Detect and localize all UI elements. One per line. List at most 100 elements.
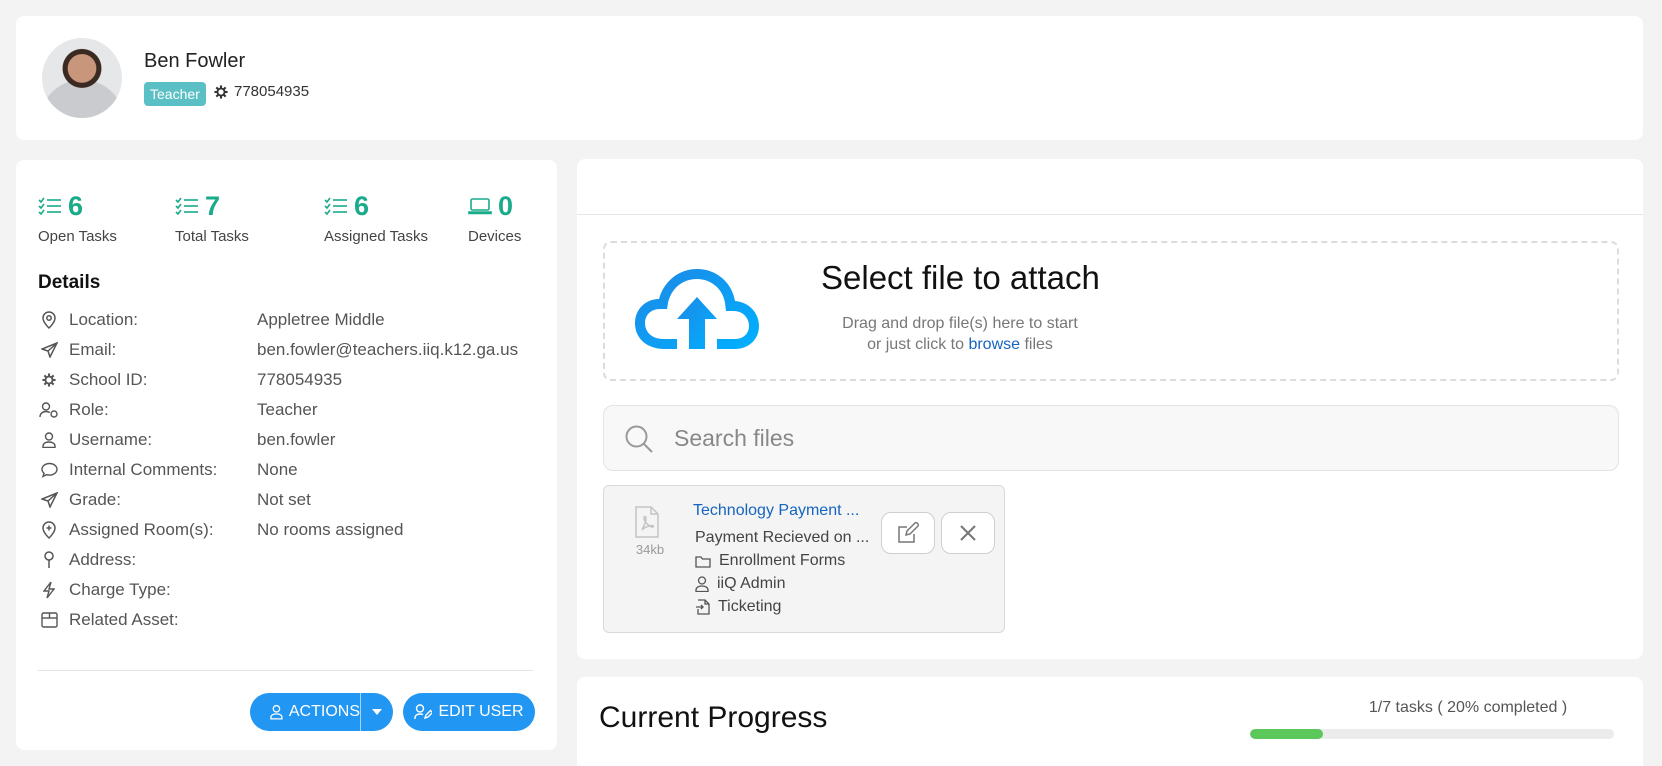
checklist-icon: [324, 197, 347, 215]
stat-value: 6: [68, 190, 84, 221]
detail-value: 778054935: [257, 370, 343, 389]
stat-total-tasks[interactable]: 7 Total Tasks: [175, 190, 249, 246]
checklist-icon: [175, 197, 198, 215]
dropzone-line-1: Drag and drop file(s) here to start: [842, 315, 1078, 332]
stat-label: Assigned Tasks: [324, 228, 428, 245]
edit-user-button[interactable]: EDIT USER: [403, 693, 535, 731]
detail-label: Related Asset:: [69, 610, 179, 629]
file-size: 34kb: [635, 542, 665, 557]
detail-row-role: Role: Teacher: [38, 398, 538, 422]
detail-row-rooms: Assigned Room(s): No rooms assigned: [38, 518, 538, 542]
file-module-label: Ticketing: [718, 598, 782, 615]
details-card: 6 Open Tasks 7 Total Tasks 6 Assigned Ta…: [16, 160, 557, 750]
dropzone-line-2: or just click to browse files: [820, 334, 1100, 355]
gear-badge-icon: [38, 369, 60, 391]
checklist-icon: [38, 197, 61, 215]
stat-open-tasks[interactable]: 6 Open Tasks: [38, 190, 117, 246]
dropzone-line-2-pre: or just click to: [867, 336, 964, 353]
detail-label: Role:: [69, 400, 109, 419]
role-badge: Teacher: [144, 82, 206, 106]
stat-value: 0: [498, 190, 514, 221]
detail-row-address: Address:: [38, 548, 538, 572]
actions-dropdown-toggle[interactable]: [361, 693, 393, 731]
user-edit-icon: [414, 704, 433, 720]
detail-value: None: [257, 460, 298, 479]
search-files-box: [603, 405, 1619, 471]
detail-value: No rooms assigned: [257, 520, 404, 539]
actions-button-group: ACTIONS: [250, 693, 393, 731]
progress-title: Current Progress: [599, 701, 828, 734]
paper-plane-icon: [38, 339, 60, 361]
browse-link[interactable]: browse: [968, 336, 1020, 353]
edit-file-button[interactable]: [881, 512, 935, 554]
divider: [38, 670, 533, 671]
school-id-inline: 778054935: [214, 83, 309, 100]
dropzone-line-2-post: files: [1024, 336, 1053, 353]
file-description: Payment Recieved on ...: [695, 529, 870, 546]
detail-row-school-id: School ID: 778054935: [38, 368, 538, 392]
progress-bar: [1250, 729, 1614, 739]
user-icon: [695, 576, 709, 592]
detail-row-comments: Internal Comments: None: [38, 458, 538, 482]
room-pin-icon: [38, 519, 60, 541]
lightning-icon: [38, 579, 60, 601]
box-icon: [38, 609, 60, 631]
detail-label: Location:: [69, 310, 138, 329]
detail-row-related-asset: Related Asset:: [38, 608, 538, 632]
paper-plane-icon: [38, 489, 60, 511]
detail-value: ben.fowler@teachers.iiq.k12.ga.us: [257, 340, 519, 359]
detail-label: Email:: [69, 340, 117, 359]
file-owner-label: iiQ Admin: [717, 575, 786, 592]
stats-row: 6 Open Tasks 7 Total Tasks 6 Assigned Ta…: [38, 190, 538, 250]
file-title-link[interactable]: Technology Payment ...: [693, 502, 859, 520]
stat-assigned-tasks[interactable]: 6 Assigned Tasks: [324, 190, 428, 246]
detail-label: Assigned Room(s):: [69, 520, 214, 539]
detail-value: Not set: [257, 490, 311, 509]
file-import-icon: [696, 599, 710, 615]
attachments-header: [577, 159, 1643, 215]
laptop-icon: [468, 198, 492, 215]
stat-value: 6: [354, 190, 370, 221]
detail-label: Grade:: [69, 490, 121, 509]
details-title: Details: [38, 272, 101, 293]
cloud-upload-icon: [635, 269, 759, 349]
progress-card: Current Progress 1/7 tasks ( 20% complet…: [577, 677, 1643, 766]
folder-icon: [695, 555, 711, 568]
progress-bar-fill: [1250, 729, 1323, 739]
actions-button[interactable]: ACTIONS: [250, 693, 361, 731]
close-icon: [960, 525, 976, 541]
detail-row-email: Email: ben.fowler@teachers.iiq.k12.ga.us: [38, 338, 538, 362]
caret-down-icon: [372, 709, 382, 715]
map-pin-icon: [38, 549, 60, 571]
edit-user-label: EDIT USER: [438, 703, 524, 720]
detail-label: School ID:: [69, 370, 148, 389]
detail-label: Internal Comments:: [69, 460, 218, 479]
user-role-icon: [38, 399, 60, 421]
detail-row-grade: Grade: Not set: [38, 488, 538, 512]
stat-value: 7: [205, 190, 221, 221]
stat-devices[interactable]: 0 Devices: [468, 190, 521, 246]
file-dropzone[interactable]: Select file to attach Drag and drop file…: [603, 241, 1619, 381]
stat-label: Total Tasks: [175, 228, 249, 245]
delete-file-button[interactable]: [941, 512, 995, 554]
user-name: Ben Fowler: [144, 50, 246, 72]
file-card[interactable]: 34kb Technology Payment ... Payment Reci…: [603, 485, 1005, 633]
actions-label: ACTIONS: [288, 703, 360, 720]
file-folder: Enrollment Forms: [695, 552, 845, 570]
search-files-input[interactable]: [674, 418, 1574, 458]
stat-label: Open Tasks: [38, 228, 117, 245]
detail-label: Address:: [69, 550, 137, 569]
progress-summary: 1/7 tasks ( 20% completed ): [1368, 699, 1568, 716]
detail-row-location: Location: Appletree Middle: [38, 308, 538, 332]
file-folder-label: Enrollment Forms: [719, 552, 846, 569]
pdf-file-icon: [635, 506, 659, 538]
location-pin-icon: [38, 309, 60, 331]
user-icon: [38, 429, 60, 451]
school-id-value: 778054935: [234, 83, 310, 100]
detail-value: ben.fowler: [257, 430, 336, 449]
detail-label: Username:: [69, 430, 153, 449]
comment-icon: [38, 459, 60, 481]
dropzone-title: Select file to attach: [821, 259, 1100, 296]
detail-row-username: Username: ben.fowler: [38, 428, 538, 452]
detail-label: Charge Type:: [69, 580, 171, 599]
